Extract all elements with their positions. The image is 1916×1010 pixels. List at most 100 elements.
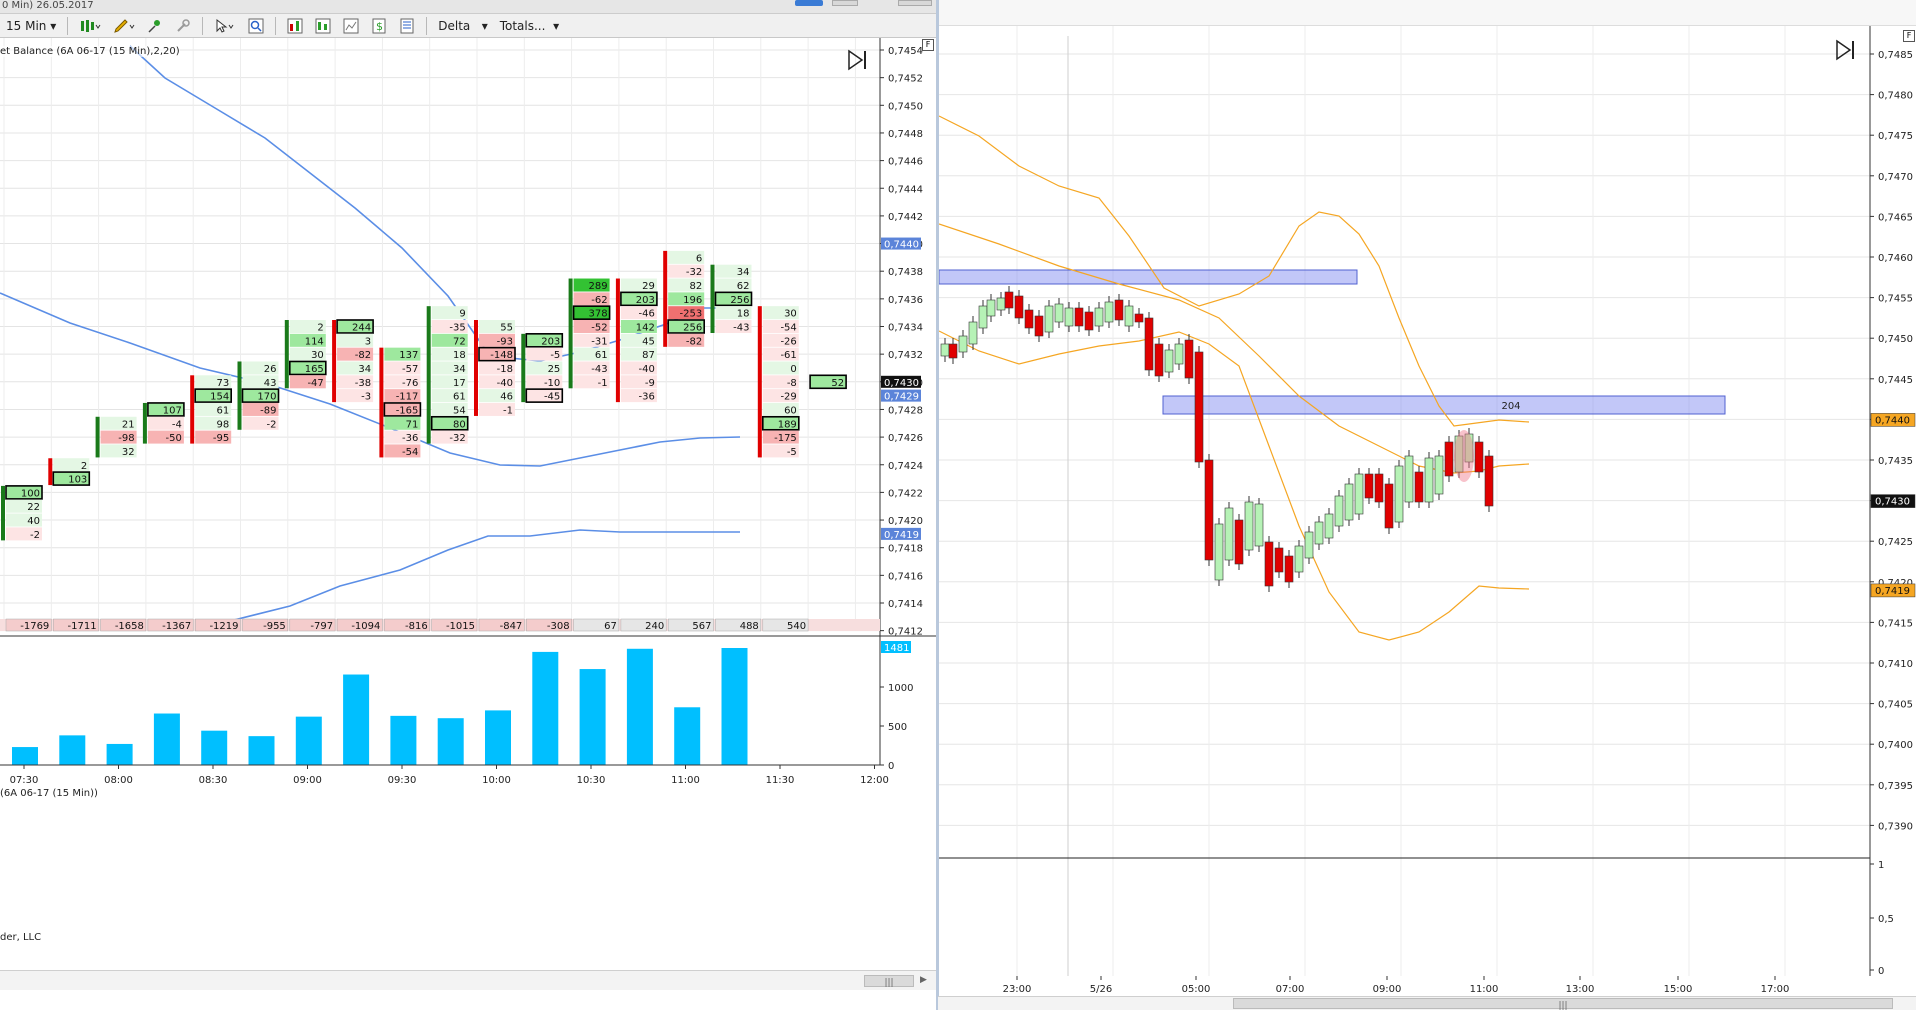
right-price-tick-label: 0,7395 xyxy=(1878,781,1913,792)
toolbar-separator xyxy=(67,16,69,35)
draw-tool-button[interactable] xyxy=(109,17,139,35)
totals-value: 567 xyxy=(692,621,711,632)
left-horizontal-scrollbar[interactable]: ||| ▶ xyxy=(0,970,936,990)
pin-tool-button[interactable] xyxy=(143,17,167,35)
up-bar-body xyxy=(568,278,573,389)
cursor-button[interactable] xyxy=(210,17,240,35)
candle-up xyxy=(940,343,950,357)
volume-bar xyxy=(153,713,180,765)
footprint-cell-value: 54 xyxy=(453,405,466,416)
toolbar-separator xyxy=(202,16,204,35)
footprint-cell-value: 40 xyxy=(27,516,40,527)
right-price-tick-label: 0,7475 xyxy=(1878,131,1913,142)
down-bar-body xyxy=(663,250,668,347)
volume-bar xyxy=(721,648,748,765)
candle-up xyxy=(1434,455,1444,495)
right-time-tick-label: 23:00 xyxy=(1003,984,1032,995)
pin-icon xyxy=(148,19,161,33)
price-tick-label: 0,7446 xyxy=(888,157,923,168)
window-tab-indicator[interactable] xyxy=(795,0,823,6)
candle-down xyxy=(1284,555,1294,583)
footprint-cell-value: -36 xyxy=(639,392,655,403)
footprint-cell-value: 114 xyxy=(305,336,324,347)
right-price-axis: 0,7485 0,7480 0,7475 0,7470 0,7465 0,7460 0,74… xyxy=(1869,26,1916,977)
strategies-button[interactable] xyxy=(311,17,335,35)
right-middle-band xyxy=(939,223,1530,474)
up-bar-body xyxy=(95,416,100,458)
footprint-column: 30 -54 -26 -61 0 -8 -29 60 189 -175 -5 xyxy=(757,306,800,458)
delta-dropdown[interactable]: Delta ▾ xyxy=(434,17,491,35)
volume-bar xyxy=(390,715,417,765)
right-time-tick-label: 5/26 xyxy=(1090,984,1112,995)
totals-dropdown[interactable]: Totals... ▾ xyxy=(496,17,563,35)
copyright-label: der, LLC xyxy=(0,932,42,943)
right-price-tick-label: 0,7465 xyxy=(1878,212,1913,223)
footprint-chart[interactable]: 1002240-2210321-9832107-4-50731546198-95… xyxy=(0,38,936,970)
price-tick-label: 0,7414 xyxy=(888,599,923,610)
chart-properties-button[interactable] xyxy=(339,17,363,35)
footprint-cell-value: 34 xyxy=(358,364,371,375)
cursor-icon xyxy=(216,18,234,33)
dollar-button[interactable]: $ xyxy=(367,17,391,35)
right-panel-float-button[interactable]: F xyxy=(1903,30,1915,42)
right-time-tick-label: 05:00 xyxy=(1182,984,1211,995)
price-tick-label: 0,7454 xyxy=(888,46,923,57)
footprint-cell-value: -117 xyxy=(396,392,419,403)
chart-properties-icon xyxy=(343,18,359,33)
magnet-tool-button[interactable] xyxy=(171,17,195,35)
right-price-tick-label: 0,7455 xyxy=(1878,294,1913,305)
price-tick-label: 0,7424 xyxy=(888,461,923,472)
up-bar-body xyxy=(142,402,147,444)
right-price-tick-label: 0,7485 xyxy=(1878,50,1913,61)
candle-down xyxy=(1264,541,1274,587)
candlestick-chart[interactable]: 204 0,7485 0,7480 0,7475 0,7470 0,7465 0,7460… xyxy=(939,26,1916,996)
footprint-cell-value: 0 xyxy=(790,364,796,375)
price-tick-label: 0,7418 xyxy=(888,544,923,555)
right-scroll-to-end-icon[interactable] xyxy=(1834,38,1858,62)
totals-value: -847 xyxy=(500,621,523,632)
window-tab-third[interactable] xyxy=(898,0,932,6)
bar-type-button[interactable] xyxy=(75,17,105,35)
footprint-cell-value: -148 xyxy=(490,350,513,361)
footprint-cell-value: -52 xyxy=(591,323,607,334)
totals-value: -1015 xyxy=(446,621,475,632)
footprint-cell-value: 18 xyxy=(737,309,750,320)
totals-value: 240 xyxy=(645,621,664,632)
right-scroll-thumb[interactable]: ||| xyxy=(1233,998,1893,1010)
footprint-column: 100 22 40 -2 xyxy=(1,485,43,541)
interval-dropdown[interactable]: 15 Min ▾ xyxy=(2,17,60,35)
footprint-cell-value: 22 xyxy=(27,502,40,513)
left-scroll-thumb[interactable]: ||| xyxy=(864,975,914,988)
footprint-cell-value: 2 xyxy=(81,461,87,472)
footprint-cell-value: -32 xyxy=(449,433,465,444)
zoom-button[interactable] xyxy=(244,17,268,35)
trading-platform-window: { "left_window": { "title_fragment": "0 … xyxy=(0,0,1916,1010)
scroll-right-arrow[interactable]: ▶ xyxy=(920,975,927,985)
volume-bar xyxy=(485,710,511,765)
footprint-cell-value: -43 xyxy=(733,323,749,334)
footprint-cell-value: 289 xyxy=(589,281,608,292)
indicator-tick-label: 1 xyxy=(1878,860,1884,871)
right-horizontal-scrollbar[interactable]: ||| xyxy=(938,996,1916,1010)
candles xyxy=(940,286,1494,592)
right-time-tick-label: 11:00 xyxy=(1470,984,1499,995)
right-price-tick-label: 0,7445 xyxy=(1878,375,1913,386)
footprint-cell-value: 82 xyxy=(689,281,702,292)
right-lower-marker: 0,7419 xyxy=(1875,586,1910,597)
price-tick-label: 0,7450 xyxy=(888,101,923,112)
candle-down xyxy=(1484,455,1494,507)
footprint-cell-value: 30 xyxy=(784,309,797,320)
candle-up xyxy=(1314,521,1324,545)
footprint-cell-value: -3 xyxy=(361,392,371,403)
footprint-cell-value: 107 xyxy=(163,405,182,416)
data-box-button[interactable] xyxy=(395,17,419,35)
time-tick-label: 08:30 xyxy=(199,775,228,786)
panel-float-button[interactable]: F xyxy=(922,39,934,51)
scroll-to-end-icon[interactable] xyxy=(846,48,870,72)
down-bar-body xyxy=(474,320,478,416)
indicators-button[interactable] xyxy=(283,17,307,35)
indicator-label: et Balance (6A 06-17 (15 Min),2,20) xyxy=(0,46,180,57)
current-sub-marker: 0,7429 xyxy=(884,392,919,403)
window-tab-secondary[interactable] xyxy=(832,0,858,6)
candle-down xyxy=(1004,291,1014,309)
